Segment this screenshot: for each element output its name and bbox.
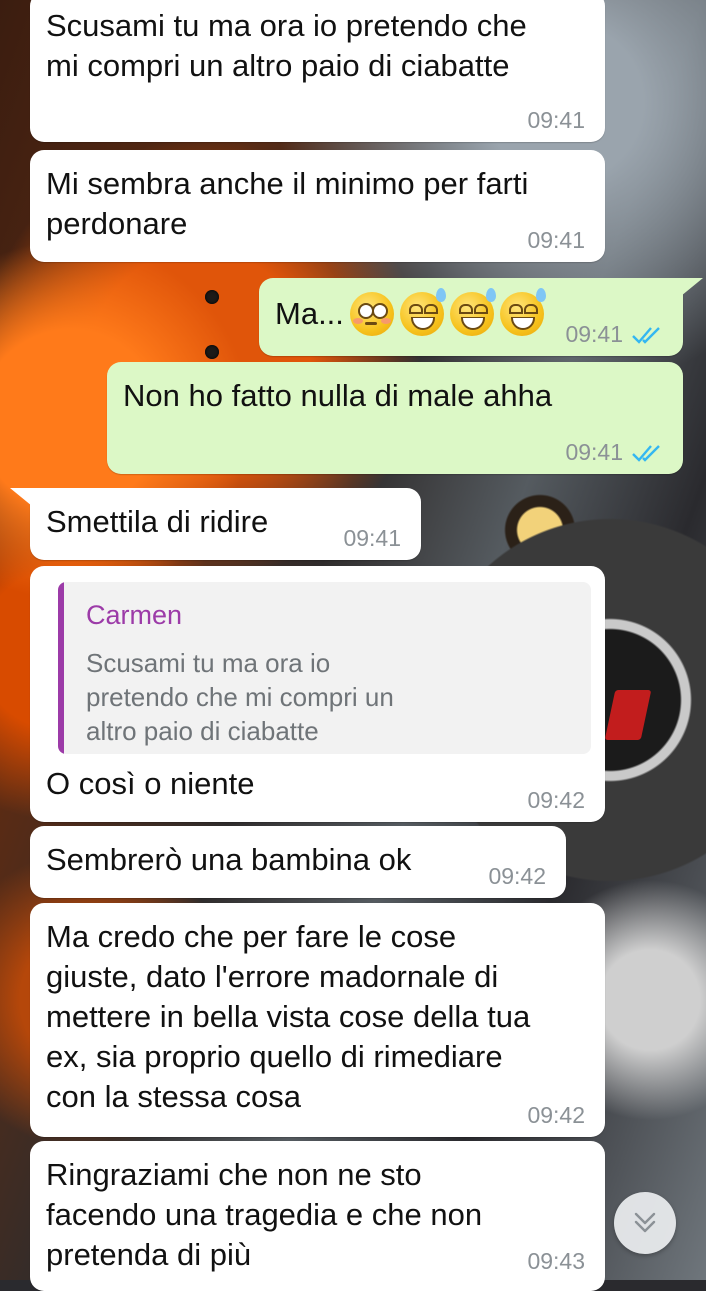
- message-text: Non ho fatto nulla di male ahha: [123, 378, 553, 413]
- quote-author: Carmen: [86, 600, 183, 630]
- message-time: 09:42: [488, 863, 546, 889]
- read-double-check-icon: [632, 326, 660, 344]
- message-bubble-incoming[interactable]: Smettila di ridire 09:41: [10, 488, 421, 560]
- message-text: Mi sembra anche il minimo per farti perd…: [46, 166, 529, 241]
- message-bubble-incoming[interactable]: Ringraziami che non ne sto facendo una t…: [30, 1141, 605, 1291]
- message-bubble-outgoing[interactable]: Ma... 09:41: [259, 278, 703, 356]
- quote-accent-bar: [58, 582, 64, 754]
- grinning-sweat-emoji: [499, 288, 546, 336]
- message-list[interactable]: Scusami tu ma ora io pretendo che mi com…: [0, 0, 706, 1291]
- message-bubble-outgoing[interactable]: Non ho fatto nulla di male ahha 09:41: [107, 362, 683, 474]
- message-text: Sembrerò una bambina ok: [46, 842, 412, 877]
- message-content: Ma...: [275, 288, 546, 336]
- scroll-to-bottom-button[interactable]: [614, 1192, 676, 1254]
- message-bubble-incoming[interactable]: Ma credo che per fare le cose giuste, da…: [30, 903, 605, 1137]
- chevron-double-down-icon: [634, 1212, 656, 1233]
- message-text: Smettila di ridire: [46, 504, 269, 539]
- quote-text: Scusami tu ma ora io pretendo che mi com…: [86, 648, 394, 746]
- message-text: Ringraziami che non ne sto facendo una t…: [46, 1157, 483, 1272]
- message-text: Scusami tu ma ora io pretendo che mi com…: [46, 8, 527, 83]
- quoted-reply[interactable]: Carmen Scusami tu ma ora io pretendo che…: [58, 582, 591, 754]
- message-time: 09:42: [527, 787, 585, 813]
- read-double-check-icon: [632, 444, 660, 462]
- message-time: 09:41: [343, 525, 401, 551]
- message-time: 09:43: [527, 1248, 585, 1274]
- flushed-face-emoji: [349, 292, 394, 336]
- message-text: O così o niente: [46, 766, 255, 801]
- message-bubble-incoming[interactable]: Carmen Scusami tu ma ora io pretendo che…: [30, 566, 605, 822]
- message-time: 09:41: [565, 321, 623, 347]
- bubble-tail: [10, 488, 32, 506]
- grinning-sweat-emoji: [399, 288, 446, 336]
- grinning-sweat-emoji: [449, 288, 496, 336]
- bubble-tail: [681, 278, 703, 296]
- message-text: Ma credo che per fare le cose giuste, da…: [46, 919, 531, 1114]
- message-bubble-incoming[interactable]: Scusami tu ma ora io pretendo che mi com…: [30, 0, 605, 142]
- message-bubble-incoming[interactable]: Mi sembra anche il minimo per farti perd…: [30, 150, 605, 262]
- message-time: 09:41: [527, 227, 585, 253]
- message-time: 09:41: [565, 439, 623, 465]
- message-text: Ma...: [275, 296, 344, 331]
- message-time: 09:41: [527, 107, 585, 133]
- message-time: 09:42: [527, 1102, 585, 1128]
- message-bubble-incoming[interactable]: Sembrerò una bambina ok 09:42: [30, 826, 566, 898]
